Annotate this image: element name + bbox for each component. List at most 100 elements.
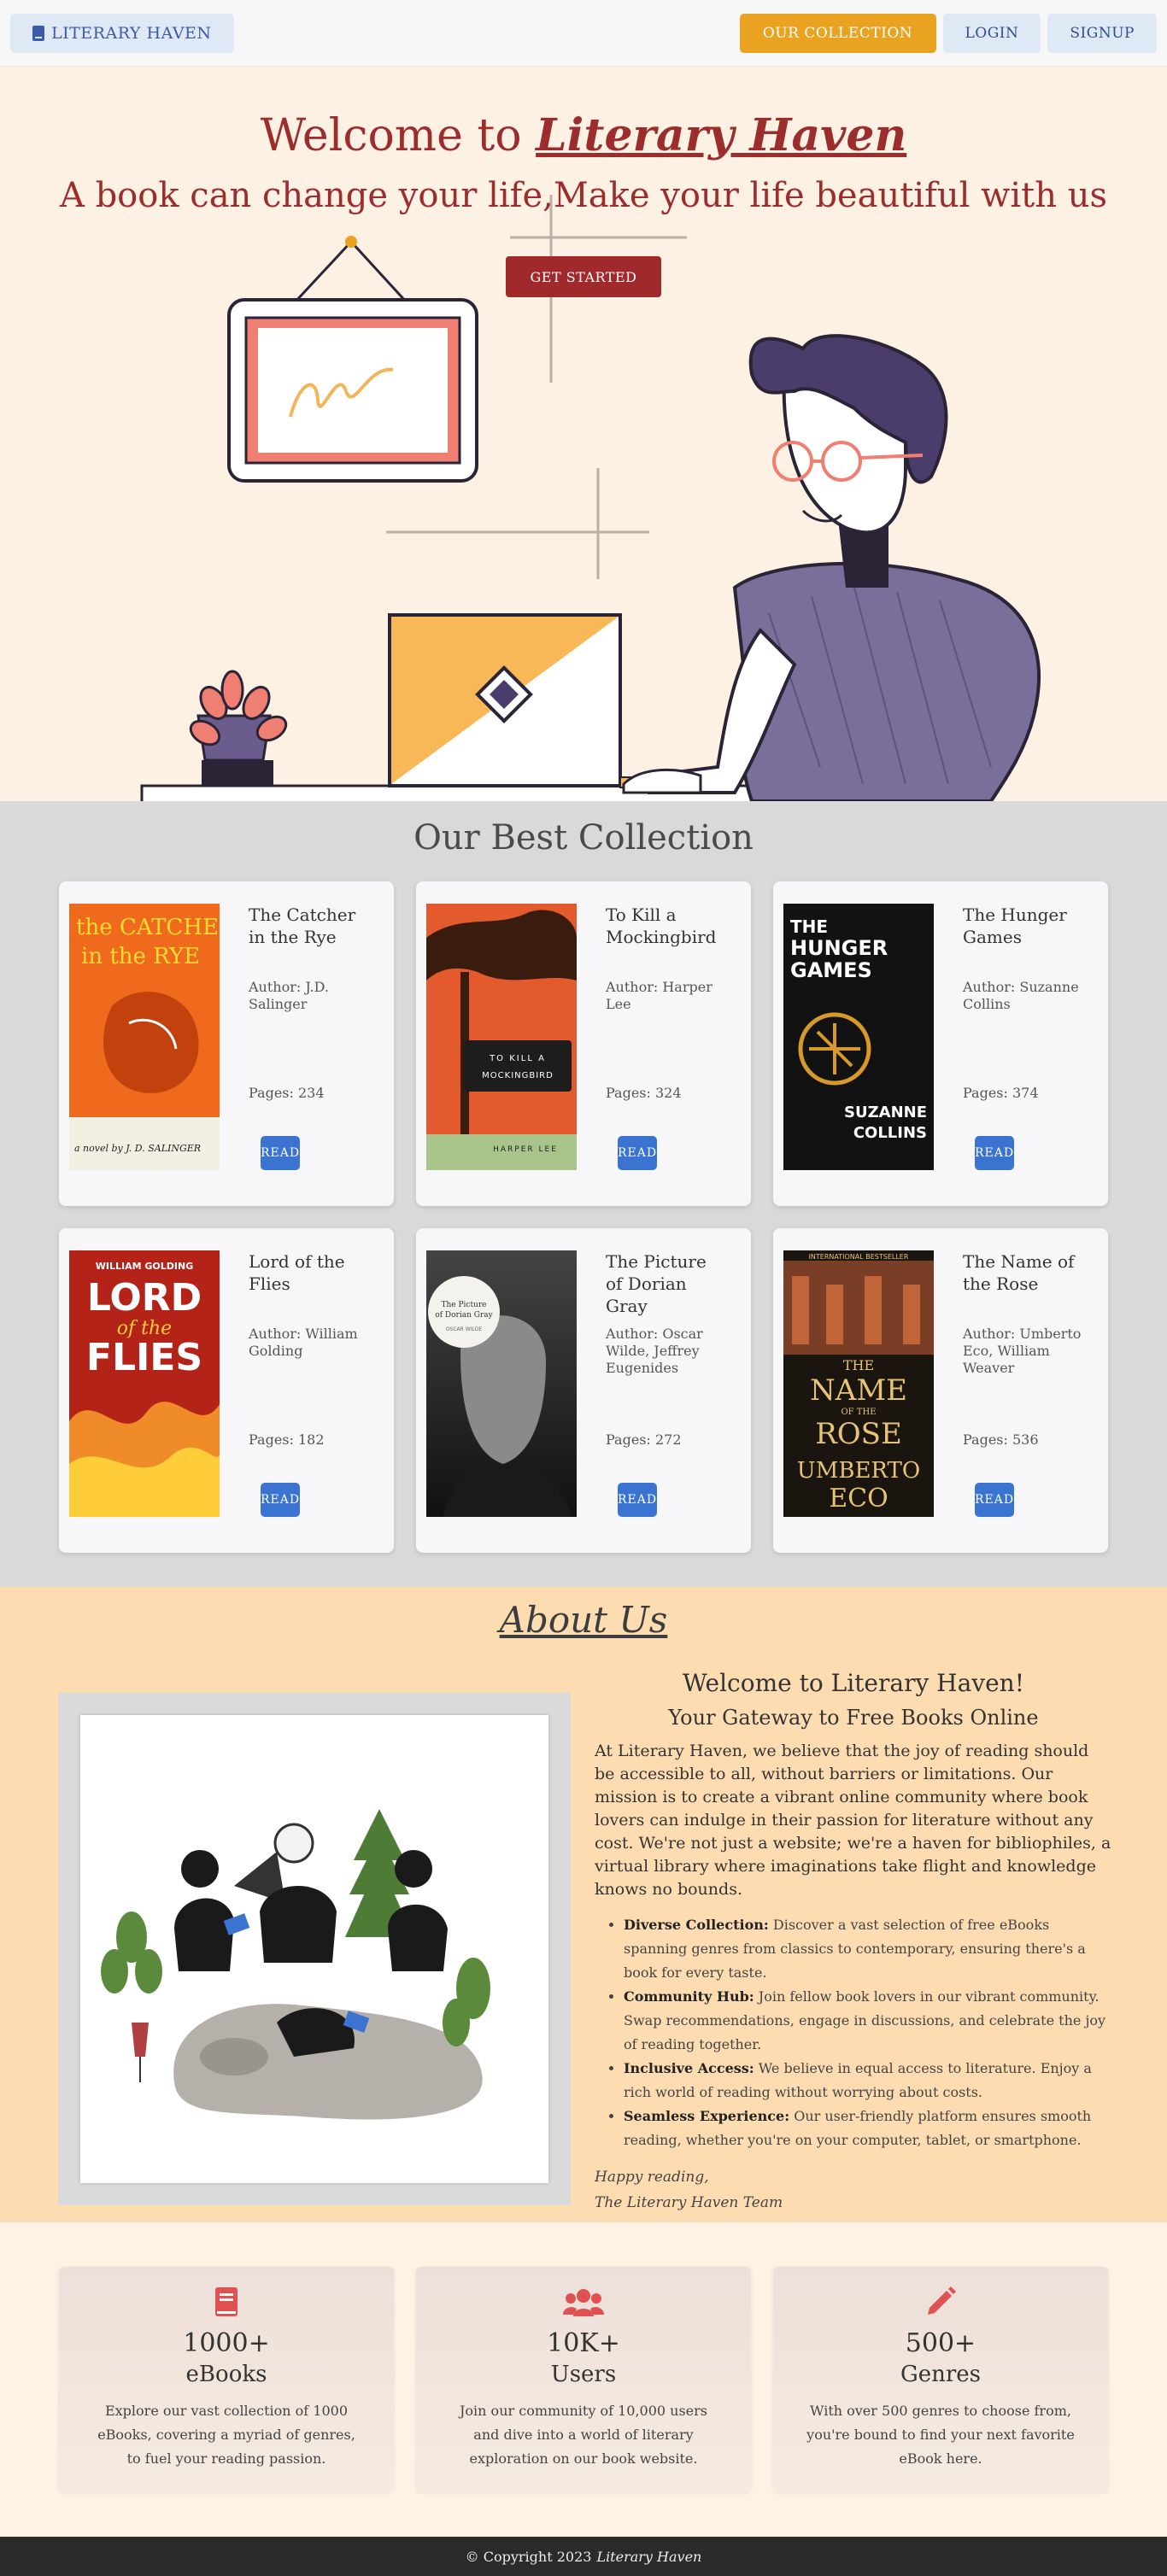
book-author: Author: J.D. Salinger: [249, 979, 329, 1012]
book-author: Author: Suzanne Collins: [963, 979, 1079, 1012]
brand-name: LITERARY HAVEN: [51, 23, 212, 43]
hero-section: Welcome to Literary Haven A book can cha…: [0, 67, 1167, 801]
stat-label: Genres: [900, 2362, 982, 2387]
login-button[interactable]: LOGIN: [942, 13, 1041, 53]
about-body: At Literary Haven, we believe that the j…: [595, 1742, 1111, 1899]
book-title: The Hunger Games: [963, 905, 1067, 947]
book-pages: Pages: 234: [249, 1085, 325, 1101]
book-author: Author: William Golding: [249, 1326, 358, 1359]
cover-author: WILLIAM GOLDING: [96, 1261, 193, 1272]
stat-card: 500+ Genres With over 500 genres to choo…: [773, 2267, 1108, 2492]
book-card: the CATCHER in the RYE a novel by J. D. …: [59, 881, 394, 1206]
cover-title-2: in the RYE: [81, 944, 200, 969]
cover-title-2: HUNGER: [790, 936, 888, 960]
hero-site-name: Literary Haven: [536, 109, 907, 161]
book-pages: Pages: 324: [606, 1085, 682, 1101]
cover-title-4: ROSE: [815, 1417, 902, 1451]
hero-welcome: Welcome to: [260, 110, 522, 161]
read-button[interactable]: READ: [618, 1483, 658, 1517]
book-pages: Pages: 536: [963, 1431, 1039, 1448]
cover-title-1: The Picture: [441, 1301, 486, 1309]
cover-author: HARPER LEE: [493, 1145, 558, 1154]
stat-number: 10K+: [547, 2328, 620, 2358]
about-section: About Us Welcome to Literary Haven! Your…: [0, 1587, 1167, 2222]
book-icon: [214, 2286, 239, 2320]
about-welcome: Welcome to Literary Haven!: [683, 1669, 1024, 1697]
signature-line-2: The Literary Haven Team: [595, 2194, 783, 2211]
pencil-icon: [924, 2286, 957, 2320]
signup-button[interactable]: SIGNUP: [1047, 13, 1157, 53]
cover-title-1: LORD: [87, 1276, 202, 1320]
list-item: Diverse Collection: Discover a vast sele…: [624, 1913, 1112, 1985]
cover-badge: INTERNATIONAL BESTSELLER: [809, 1253, 909, 1261]
brand-logo[interactable]: LITERARY HAVEN: [10, 13, 234, 53]
about-signature: Happy reading, The Literary Haven Team: [595, 2164, 1112, 2216]
book-cover: the CATCHER in the RYE a novel by J. D. …: [69, 904, 220, 1170]
book-pages: Pages: 272: [606, 1431, 682, 1448]
stat-card: 10K+ Users Join our community of 10,000 …: [416, 2267, 751, 2492]
stat-label: eBooks: [185, 2362, 267, 2387]
about-text: Welcome to Literary Haven! Your Gateway …: [595, 1669, 1112, 2216]
cover-author-2: ECO: [829, 1484, 888, 1513]
point-head: Inclusive Access:: [624, 2060, 754, 2076]
book-cover: INTERNATIONAL BESTSELLER THE NAME OF THE…: [783, 1250, 934, 1517]
book-cover: The Picture of Dorian Gray OSCAR WILDE: [426, 1250, 577, 1517]
hero-tagline: A book can change your life,Make your li…: [59, 176, 1108, 215]
cover-title-1: the CATCHER: [76, 915, 220, 940]
cover-title-3: FLIES: [86, 1336, 202, 1379]
book-title: The Picture of Dorian Gray: [606, 1251, 707, 1316]
stats-grid: 1000+ eBooks Explore our vast collection…: [0, 2267, 1167, 2492]
collection-section: Our Best Collection the CATCHER in the R…: [0, 801, 1167, 1587]
read-button[interactable]: READ: [975, 1136, 1015, 1170]
book-card: TO KILL A MOCKINGBIRD HARPER LEE To Kill…: [416, 881, 751, 1206]
stat-description: Join our community of 10,000 users and d…: [460, 2403, 707, 2467]
signature-line-1: Happy reading,: [595, 2169, 709, 2186]
collection-title: Our Best Collection: [413, 818, 754, 858]
stat-number: 500+: [905, 2328, 976, 2358]
book-cover: THE HUNGER GAMES SUZANNE COLLINS: [783, 904, 934, 1170]
footer-site-name: Literary Haven: [596, 2548, 702, 2565]
book-cover: WILLIAM GOLDING LORD of the FLIES: [69, 1250, 220, 1517]
get-started-button[interactable]: GET STARTED: [506, 256, 661, 297]
stat-description: With over 500 genres to choose from, you…: [806, 2403, 1075, 2467]
users-icon: [563, 2286, 604, 2320]
book-grid: the CATCHER in the RYE a novel by J. D. …: [0, 881, 1167, 1553]
read-button[interactable]: READ: [975, 1483, 1015, 1517]
book-card: INTERNATIONAL BESTSELLER THE NAME OF THE…: [773, 1228, 1108, 1553]
cover-title-2: NAME: [810, 1373, 907, 1408]
hero-title: Welcome to Literary Haven: [0, 109, 1167, 161]
about-title: About Us: [499, 1599, 668, 1641]
book-title: The Name of the Rose: [963, 1251, 1075, 1294]
stats-section: 1000+ eBooks Explore our vast collection…: [0, 2222, 1167, 2537]
book-author: Author: Umberto Eco, William Weaver: [963, 1326, 1082, 1376]
book-icon: [32, 25, 44, 41]
stat-label: Users: [550, 2362, 617, 2387]
cover-title-2: MOCKINGBIRD: [482, 1071, 554, 1080]
footer: © Copyright 2023 Literary Haven: [0, 2537, 1167, 2576]
cover-author-2: COLLINS: [853, 1124, 927, 1142]
cover-title-3: GAMES: [790, 958, 872, 982]
read-button[interactable]: READ: [618, 1136, 658, 1170]
cover-title-1: THE: [790, 916, 828, 937]
cover-author: OSCAR WILDE: [446, 1326, 483, 1332]
our-collection-button[interactable]: OUR COLLECTION: [739, 13, 936, 53]
list-item: Inclusive Access: We believe in equal ac…: [624, 2057, 1112, 2105]
cover-author-1: UMBERTO: [797, 1458, 920, 1484]
cover-title-3: OF THE: [841, 1408, 876, 1417]
book-card: WILLIAM GOLDING LORD of the FLIES Lord o…: [59, 1228, 394, 1553]
cover-title-2: of Dorian Gray: [435, 1311, 493, 1320]
read-button[interactable]: READ: [261, 1483, 301, 1517]
cover-author-1: SUZANNE: [844, 1104, 927, 1121]
cover-title-1: TO KILL A: [489, 1054, 546, 1063]
book-title: The Catcher in the Rye: [249, 905, 356, 947]
book-pages: Pages: 182: [249, 1431, 325, 1448]
cover-author: a novel by J. D. SALINGER: [74, 1143, 201, 1154]
point-head: Diverse Collection:: [624, 1917, 769, 1933]
book-author: Author: Oscar Wilde, Jeffrey Eugenides: [606, 1326, 703, 1376]
book-cover: TO KILL A MOCKINGBIRD HARPER LEE: [426, 904, 577, 1170]
read-button[interactable]: READ: [261, 1136, 301, 1170]
about-photo-frame: [58, 1693, 571, 2205]
point-head: Community Hub:: [624, 1988, 754, 2005]
about-gateway: Your Gateway to Free Books Online: [668, 1706, 1039, 1730]
book-title: To Kill a Mockingbird: [606, 905, 717, 947]
